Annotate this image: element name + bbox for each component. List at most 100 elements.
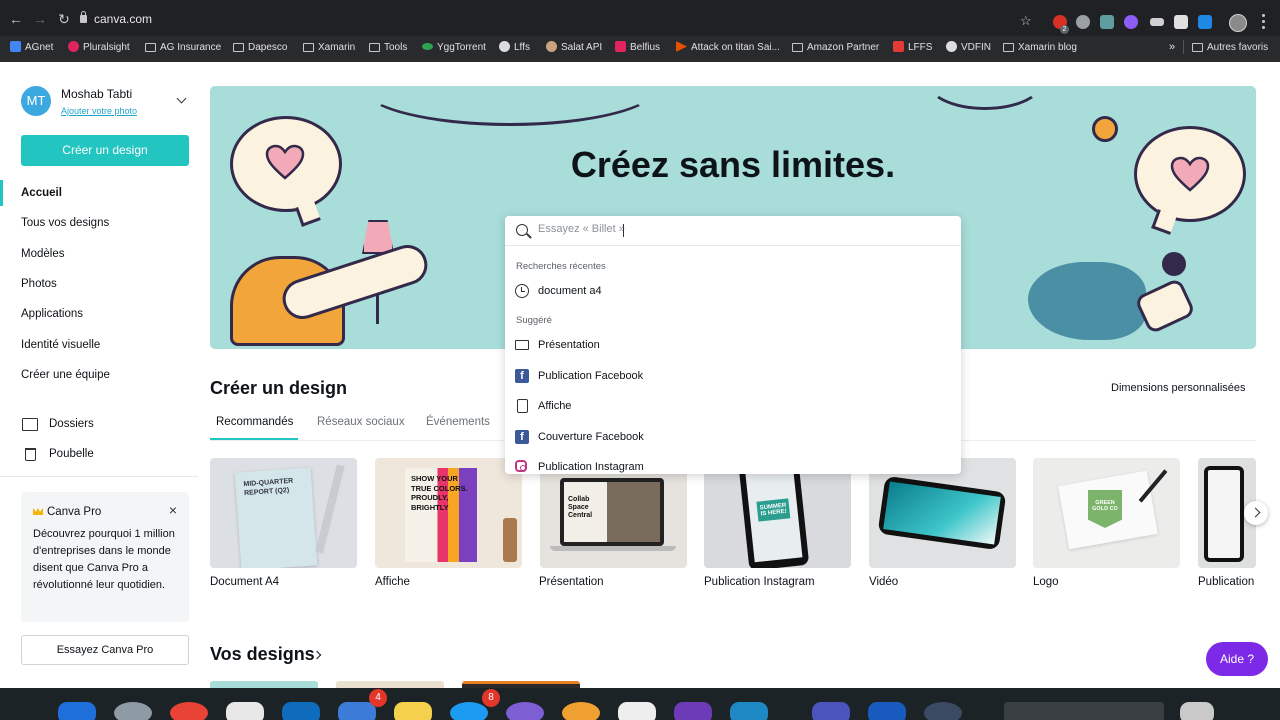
launchpad-icon[interactable] bbox=[114, 702, 152, 720]
create-design-button[interactable]: Créer un design bbox=[21, 135, 189, 166]
finder-icon[interactable] bbox=[58, 702, 96, 720]
outlook-icon[interactable] bbox=[282, 702, 320, 720]
skype-icon[interactable] bbox=[730, 702, 768, 720]
forward-icon[interactable]: → bbox=[33, 12, 47, 26]
sidebar-item-templates[interactable]: Modèles bbox=[21, 248, 64, 260]
bookmark-star-icon[interactable]: ☆ bbox=[1020, 13, 1032, 29]
template-card[interactable]: MID-QUARTER REPORT (Q2) bbox=[210, 458, 357, 568]
template-card[interactable]: SUMMER IS HERE! bbox=[704, 458, 851, 568]
suggestion-presentation[interactable]: Présentation bbox=[505, 332, 961, 358]
bookmark-item[interactable]: AG Insurance bbox=[145, 40, 221, 56]
extension-icon[interactable] bbox=[1076, 15, 1090, 29]
bookmark-item[interactable]: Xamarin bbox=[303, 40, 355, 56]
chevron-down-icon[interactable] bbox=[176, 93, 187, 104]
teams-icon[interactable] bbox=[812, 702, 850, 720]
viber-icon[interactable] bbox=[506, 702, 544, 720]
bookmark-item[interactable]: Lffs bbox=[499, 40, 530, 56]
template-card[interactable]: SHOW YOUR TRUE COLORS. PROUDLY, BRIGHTLY bbox=[375, 458, 522, 568]
tab-social-media[interactable]: Réseaux sociaux bbox=[317, 416, 405, 428]
pro-description: Découvrez pourquoi 1 million d'entrepris… bbox=[33, 528, 175, 591]
card-label[interactable]: Document A4 bbox=[210, 576, 279, 588]
your-designs-title[interactable]: Vos designs bbox=[210, 644, 315, 665]
help-button[interactable]: Aide ? bbox=[1206, 642, 1268, 676]
carousel-next-button[interactable] bbox=[1244, 501, 1268, 525]
suggestion-instagram-post[interactable]: Publication Instagram bbox=[505, 454, 961, 474]
menu-icon[interactable] bbox=[1262, 14, 1266, 30]
more-bookmarks-button[interactable]: » bbox=[1169, 41, 1175, 53]
bookmark-item[interactable]: LFFS bbox=[893, 40, 932, 56]
search-input[interactable] bbox=[538, 223, 938, 235]
design-thumbnail[interactable] bbox=[462, 681, 580, 688]
bookmark-item[interactable]: VDFIN bbox=[946, 40, 991, 56]
extension-icon[interactable] bbox=[1198, 15, 1212, 29]
back-icon[interactable]: ← bbox=[9, 12, 23, 26]
custom-dimensions-link[interactable]: Dimensions personnalisées bbox=[1111, 382, 1246, 394]
upload-photo-link[interactable]: Ajouter votre photo bbox=[61, 106, 137, 116]
tab-recommended[interactable]: Recommandés bbox=[216, 416, 293, 428]
minimized-windows[interactable] bbox=[1004, 702, 1164, 720]
address-bar[interactable]: canva.com bbox=[80, 8, 960, 30]
design-thumbnail[interactable] bbox=[210, 681, 318, 688]
illustration-hose bbox=[925, 86, 1045, 110]
card-label[interactable]: Publication Instagram bbox=[704, 576, 815, 588]
bookmark-item[interactable]: Pluralsight bbox=[68, 40, 130, 56]
card-label[interactable]: Affiche bbox=[375, 576, 410, 588]
bookmark-item[interactable]: Salat API bbox=[546, 40, 602, 56]
template-card[interactable]: Collab Space Central bbox=[540, 458, 687, 568]
folder-icon bbox=[792, 43, 803, 52]
suggestion-facebook-post[interactable]: f Publication Facebook bbox=[505, 363, 961, 389]
design-thumbnail[interactable] bbox=[336, 681, 444, 688]
sidebar-item-trash[interactable]: Poubelle bbox=[49, 448, 94, 460]
bookmark-item[interactable]: Tools bbox=[369, 40, 407, 56]
sidebar-item-photos[interactable]: Photos bbox=[21, 278, 57, 290]
bookmark-item[interactable]: YggTorrent bbox=[422, 40, 486, 56]
contacts-icon[interactable] bbox=[226, 702, 264, 720]
mail-icon[interactable] bbox=[338, 702, 376, 720]
sidebar-item-create-team[interactable]: Créer une équipe bbox=[21, 369, 110, 381]
close-icon[interactable]: × bbox=[169, 502, 177, 518]
sidebar-item-all-designs[interactable]: Tous vos designs bbox=[21, 217, 109, 229]
bookmark-item[interactable]: Xamarin blog bbox=[1003, 40, 1077, 56]
sidebar-item-brand-kit[interactable]: Identité visuelle bbox=[21, 339, 100, 351]
photos-icon[interactable] bbox=[562, 702, 600, 720]
template-card[interactable] bbox=[869, 458, 1016, 568]
twitter-icon[interactable] bbox=[450, 702, 488, 720]
card-label[interactable]: Logo bbox=[1033, 576, 1059, 588]
visual-studio-icon[interactable] bbox=[674, 702, 712, 720]
sidebar-item-folders[interactable]: Dossiers bbox=[49, 418, 94, 430]
ruler-image bbox=[315, 464, 345, 554]
profile-avatar[interactable] bbox=[1229, 14, 1247, 32]
sidebar-item-home[interactable]: Accueil bbox=[21, 187, 62, 199]
bookmarks-bar: AGnet Pluralsight AG Insurance Dapesco X… bbox=[0, 36, 1280, 58]
word-icon[interactable] bbox=[868, 702, 906, 720]
card-label[interactable]: Présentation bbox=[539, 576, 604, 588]
suggestion-facebook-cover[interactable]: f Couverture Facebook bbox=[505, 424, 961, 450]
card-label[interactable]: Publication bbox=[1198, 576, 1254, 588]
extension-icon[interactable] bbox=[1174, 15, 1188, 29]
extension-icon[interactable] bbox=[1100, 15, 1114, 29]
other-bookmarks[interactable]: Autres favoris bbox=[1192, 40, 1268, 56]
bookmark-item[interactable]: Amazon Partner bbox=[792, 40, 879, 56]
template-card[interactable]: GREEN GOLD CO bbox=[1033, 458, 1180, 568]
bookmark-item[interactable]: AGnet bbox=[10, 40, 53, 56]
card-label[interactable]: Vidéo bbox=[869, 576, 898, 588]
notes-icon[interactable] bbox=[394, 702, 432, 720]
sidebar-item-apps[interactable]: Applications bbox=[21, 308, 83, 320]
search-bar[interactable] bbox=[505, 216, 961, 246]
trash-icon[interactable] bbox=[1180, 702, 1214, 720]
tab-events[interactable]: Événements bbox=[426, 416, 490, 428]
recent-search-item[interactable]: document a4 bbox=[505, 278, 961, 304]
suggestion-poster[interactable]: Affiche bbox=[505, 393, 961, 419]
pro-upsell-card: Canva Pro × Découvrez pourquoi 1 million… bbox=[21, 492, 189, 622]
bookmark-item[interactable]: Belfius bbox=[615, 40, 660, 56]
bookmark-item[interactable]: Attack on titan Sai... bbox=[676, 40, 780, 56]
chrome-icon[interactable] bbox=[170, 702, 208, 720]
extension-icon[interactable] bbox=[1124, 15, 1138, 29]
try-pro-button[interactable]: Essayez Canva Pro bbox=[21, 635, 189, 665]
reload-icon[interactable]: ↻ bbox=[57, 12, 71, 26]
bookmark-item[interactable]: Dapesco bbox=[233, 40, 287, 56]
calendar-icon[interactable] bbox=[618, 702, 656, 720]
app-icon[interactable] bbox=[924, 702, 962, 720]
extension-icon[interactable] bbox=[1150, 18, 1164, 26]
avatar[interactable]: MT bbox=[21, 86, 51, 116]
